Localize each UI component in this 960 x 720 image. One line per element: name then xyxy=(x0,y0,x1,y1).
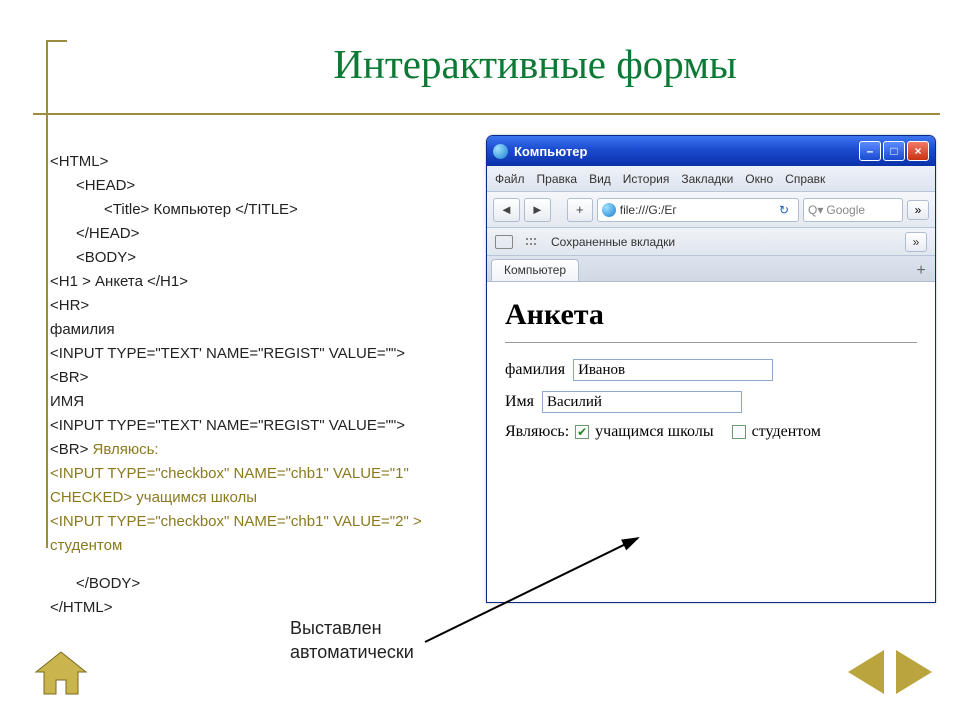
name-label: Имя xyxy=(505,393,534,411)
new-tab-button[interactable]: + xyxy=(911,261,931,281)
next-slide-button[interactable] xyxy=(896,650,932,694)
menu-history[interactable]: История xyxy=(623,172,670,186)
minimize-button[interactable]: – xyxy=(859,141,881,161)
opt-school-label: учащимся школы xyxy=(595,423,713,441)
back-button[interactable]: ◄ xyxy=(493,198,520,222)
bookmark-overflow-icon[interactable]: » xyxy=(905,232,927,252)
window-title: Компьютер xyxy=(514,144,587,159)
prev-slide-button[interactable] xyxy=(848,650,884,694)
forward-button[interactable]: ► xyxy=(524,198,551,222)
opt-student-label: студентом xyxy=(752,423,821,441)
book-icon[interactable] xyxy=(495,235,513,249)
tab-bar: Компьютер + xyxy=(487,256,935,282)
code-line: <BODY> xyxy=(50,246,460,270)
reload-icon[interactable]: ↻ xyxy=(774,203,794,217)
home-icon[interactable] xyxy=(34,650,88,698)
browser-window: Компьютер – □ × Файл Правка Вид История … xyxy=(486,135,936,603)
search-placeholder: Google xyxy=(826,203,865,217)
url-field[interactable]: file:///G:/Ег ↻ xyxy=(597,198,799,222)
code-line: ИМЯ xyxy=(50,390,460,414)
code-line: <INPUT TYPE="checkbox" NAME="chb1" VALUE… xyxy=(50,510,460,558)
bookmark-bar: Сохраненные вкладки » xyxy=(487,228,935,256)
maximize-button[interactable]: □ xyxy=(883,141,905,161)
code-line: </BODY> xyxy=(50,572,460,596)
iam-label: Являюсь: xyxy=(505,423,569,441)
search-field[interactable]: Q▾ Google xyxy=(803,198,903,222)
close-button[interactable]: × xyxy=(907,141,929,161)
menu-view[interactable]: Вид xyxy=(589,172,611,186)
annotation-caption: Выставлен автоматически xyxy=(290,616,414,665)
code-line: <H1 > Анкета </H1> xyxy=(50,270,460,294)
grid-icon[interactable] xyxy=(523,235,541,249)
divider xyxy=(33,113,940,115)
menu-edit[interactable]: Правка xyxy=(537,172,578,186)
code-listing: <HTML> <HEAD> <Title> Компьютер </TITLE>… xyxy=(50,150,460,620)
surname-label: фамилия xyxy=(505,361,565,379)
toolbar: ◄ ► + file:///G:/Ег ↻ Q▾ Google » xyxy=(487,192,935,228)
code-line: <Title> Компьютер </TITLE> xyxy=(50,198,460,222)
checkbox-student-univ[interactable] xyxy=(732,425,746,439)
url-text: file:///G:/Ег xyxy=(620,203,677,217)
menu-window[interactable]: Окно xyxy=(745,172,773,186)
code-line: <HR> xyxy=(50,294,460,318)
menu-help[interactable]: Справк xyxy=(785,172,825,186)
code-line: <INPUT TYPE="TEXT' NAME="REGIST" VALUE="… xyxy=(50,342,460,366)
slide-title: Интерактивные формы xyxy=(130,40,940,88)
menu-file[interactable]: Файл xyxy=(495,172,525,186)
toolbar-overflow-icon[interactable]: » xyxy=(907,200,929,220)
code-line: <BR> xyxy=(50,366,460,390)
menubar: Файл Правка Вид История Закладки Окно Сп… xyxy=(487,166,935,192)
code-line: фамилия xyxy=(50,318,460,342)
code-line: <BR> Являюсь: xyxy=(50,438,460,462)
code-line: </HEAD> xyxy=(50,222,460,246)
favicon-icon xyxy=(493,144,508,159)
nav-arrows xyxy=(848,650,932,694)
titlebar: Компьютер – □ × xyxy=(487,136,935,166)
code-line: <HTML> xyxy=(50,150,460,174)
horizontal-rule xyxy=(505,342,917,343)
site-icon xyxy=(602,203,616,217)
checkbox-student-school[interactable]: ✔ xyxy=(575,425,589,439)
menu-bookmarks[interactable]: Закладки xyxy=(681,172,733,186)
name-input[interactable] xyxy=(542,391,742,413)
code-line: <INPUT TYPE="TEXT' NAME="REGIST" VALUE="… xyxy=(50,414,460,438)
page-content: Анкета фамилия Имя Являюсь: ✔ учащимся ш… xyxy=(487,282,935,457)
add-button[interactable]: + xyxy=(567,198,593,222)
code-line: <INPUT TYPE="checkbox" NAME="chb1" VALUE… xyxy=(50,462,460,510)
surname-input[interactable] xyxy=(573,359,773,381)
search-icon: Q▾ xyxy=(808,203,823,217)
tab-active[interactable]: Компьютер xyxy=(491,259,579,281)
page-heading: Анкета xyxy=(505,298,917,332)
bookmark-label[interactable]: Сохраненные вкладки xyxy=(551,235,675,249)
code-line: <HEAD> xyxy=(50,174,460,198)
